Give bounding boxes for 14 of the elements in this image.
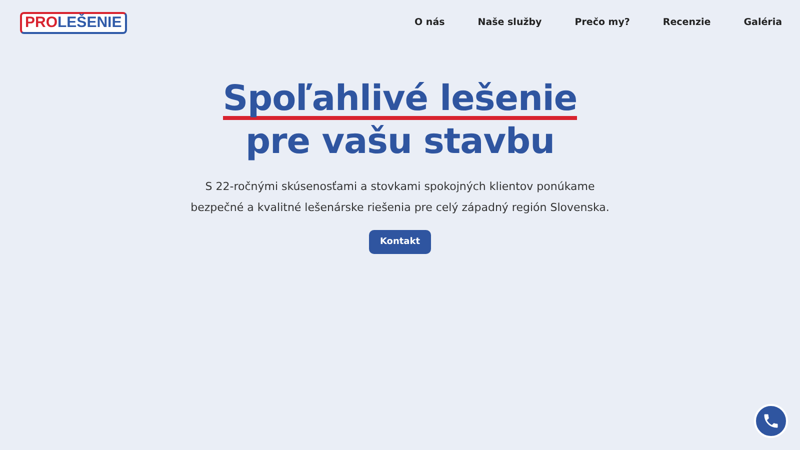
phone-icon — [762, 412, 780, 430]
logo[interactable]: PROLEŠENIE — [20, 12, 127, 34]
phone-button[interactable] — [754, 404, 788, 438]
hero-title: pre vašu stavbu — [245, 122, 555, 162]
nav-link[interactable]: Recenzie — [662, 17, 711, 28]
hero-title: Spoľahlivé lešenie — [222, 82, 578, 120]
hero-text: S 22-ročnými skúsenosťami a stovkami spokojných klientov ponúkame bezpečné a kvalitné lešenárske riešenia pre celý západný región Slovenska. — [190, 179, 610, 216]
logo-text: LEŠENIE — [58, 14, 122, 32]
nav-link[interactable]: Galéria — [744, 17, 782, 28]
nav-link[interactable]: Prečo my? — [574, 17, 630, 28]
logo-text: PRO — [25, 14, 58, 32]
contact-button[interactable]: Kontakt — [368, 230, 432, 254]
nav-link[interactable]: O nás — [414, 17, 445, 28]
nav-link[interactable]: Naše služby — [478, 17, 542, 28]
